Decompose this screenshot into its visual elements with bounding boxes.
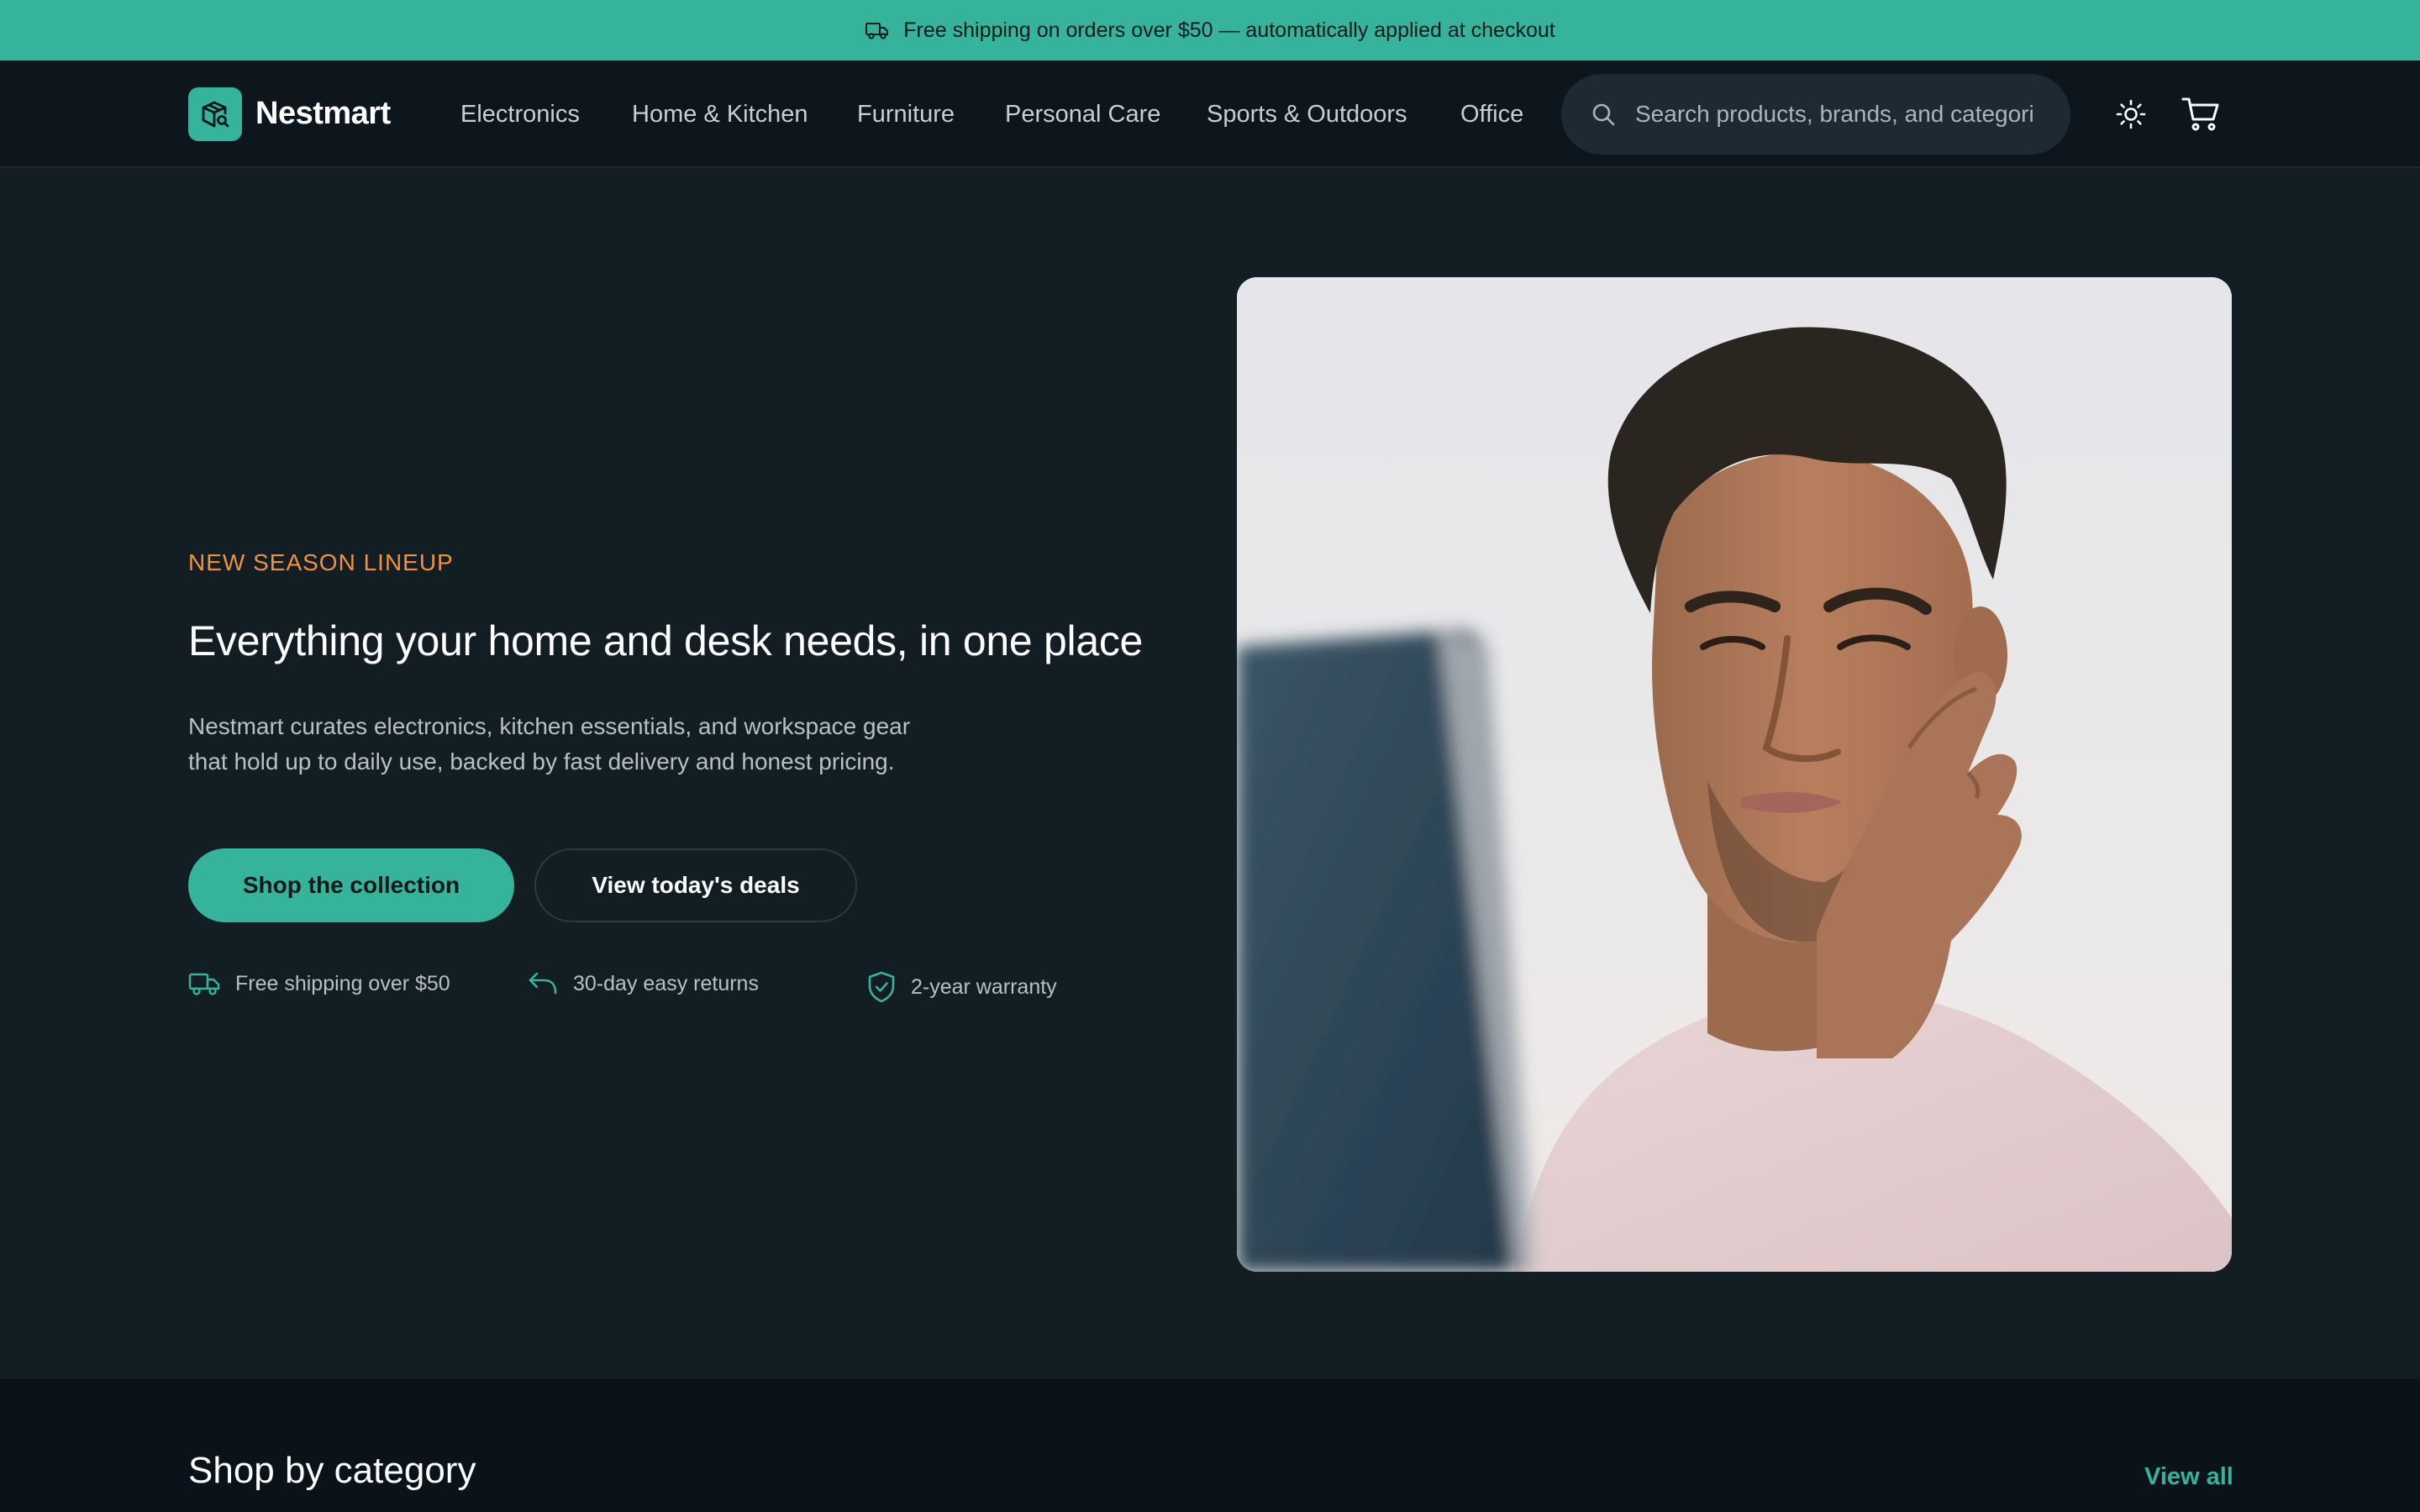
category-section: Shop by category View all	[0, 1379, 2420, 1512]
nav-sports-outdoors[interactable]: Sports & Outdoors	[1207, 101, 1407, 129]
shop-collection-button[interactable]: Shop the collection	[188, 848, 514, 922]
view-deals-button[interactable]: View today's deals	[534, 848, 857, 922]
shield-check-icon	[868, 971, 895, 1003]
nav-electronics[interactable]: Electronics	[460, 101, 580, 129]
category-title: Shop by category	[188, 1450, 476, 1491]
search-icon	[1592, 103, 1615, 126]
cart-icon[interactable]	[2181, 96, 2222, 133]
perk-warranty: 2-year warranty	[867, 971, 1057, 1003]
nav-furniture[interactable]: Furniture	[857, 101, 955, 129]
hero-description: Nestmart curates electronics, kitchen es…	[188, 713, 911, 774]
hero-image	[1237, 277, 2232, 1272]
perk-returns: 30-day easy returns	[528, 971, 759, 996]
return-arrow-icon	[529, 972, 557, 995]
search-bar	[1561, 74, 2070, 155]
search-input[interactable]	[1635, 94, 2035, 134]
announcement-bar: Free shipping on orders over $50 — autom…	[0, 0, 2420, 60]
perk-label: Free shipping over $50	[235, 971, 450, 995]
truck-icon	[865, 23, 889, 39]
brand-name[interactable]: Nestmart	[255, 96, 391, 132]
announcement-text: Free shipping on orders over $50 — autom…	[903, 18, 1555, 42]
hero-eyebrow: NEW SEASON LINEUP	[188, 549, 454, 575]
logo[interactable]	[188, 87, 242, 141]
site-header: Nestmart Electronics Home & Kitchen Furn…	[0, 60, 2420, 168]
perk-free-shipping: Free shipping over $50	[188, 971, 450, 996]
man-thinking-at-laptop-photo	[1237, 277, 2232, 1272]
truck-icon	[188, 973, 220, 995]
view-all-link[interactable]: View all	[2144, 1463, 2233, 1491]
perk-label: 2-year warranty	[911, 974, 1057, 999]
nav-personal-care[interactable]: Personal Care	[1005, 101, 1160, 129]
perk-label: 30-day easy returns	[573, 971, 759, 995]
sun-icon[interactable]	[2114, 97, 2148, 131]
hero-title: Everything your home and desk needs, in …	[188, 617, 1144, 664]
package-search-icon	[202, 101, 229, 128]
nav-office[interactable]: Office	[1460, 101, 1523, 129]
nav-home-kitchen[interactable]: Home & Kitchen	[632, 101, 808, 129]
